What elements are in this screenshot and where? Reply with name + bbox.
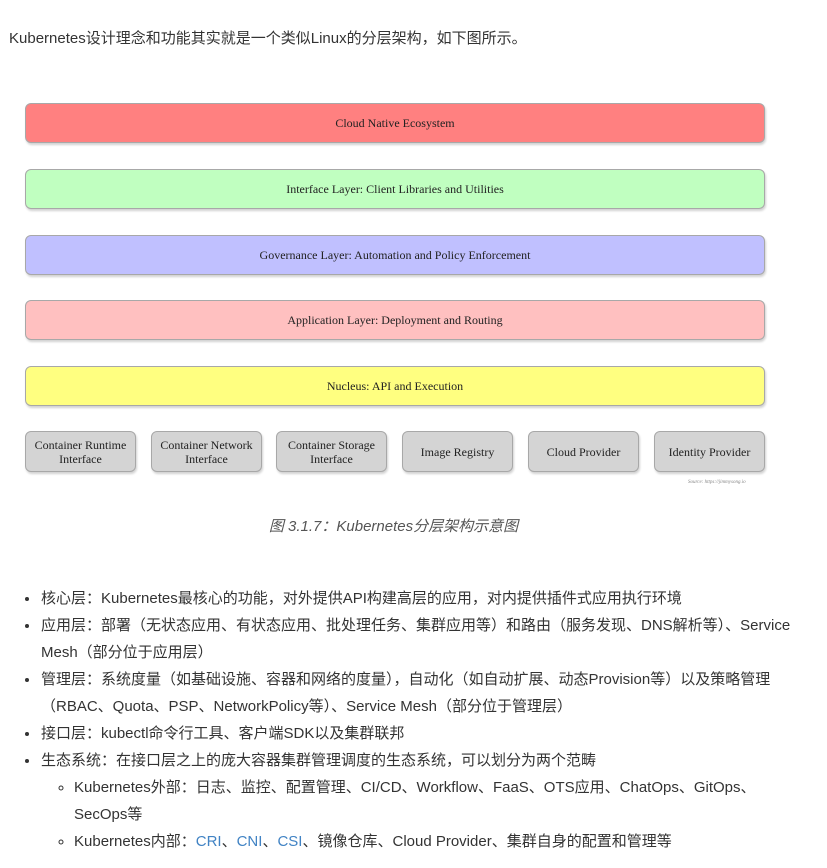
list-item-app: 应用层：部署（无状态应用、有状态应用、批处理任务、集群应用等）和路由（服务发现、… xyxy=(40,612,800,666)
separator: 、 xyxy=(262,833,278,850)
figure-caption: 图 3.1.7：Kubernetes分层架构示意图 xyxy=(268,518,519,535)
infra-label-line1: Image Registry xyxy=(420,444,495,459)
internal-prefix: Kubernetes内部： xyxy=(74,833,196,850)
layer-label: Governance Layer: Automation and Policy … xyxy=(259,247,531,262)
ecosystem-sublist: Kubernetes外部：日志、监控、配置管理、CI/CD、Workflow、F… xyxy=(41,774,800,855)
cni-link[interactable]: CNI xyxy=(237,833,263,850)
infra-container-storage-interface: Container Storage Interface xyxy=(276,431,387,472)
infra-label-line2: Interface xyxy=(185,451,228,466)
infra-label-line1: Container Storage xyxy=(288,437,375,452)
layer-nucleus: Nucleus: API and Execution xyxy=(25,366,765,406)
infra-container-runtime-interface: Container Runtime Interface xyxy=(25,431,136,472)
list-item-core: 核心层：Kubernetes最核心的功能，对外提供API构建高层的应用，对内提供… xyxy=(40,585,800,612)
layer-label: Nucleus: API and Execution xyxy=(326,378,464,393)
architecture-diagram: Cloud Native Ecosystem Interface Layer: … xyxy=(0,0,827,500)
infra-label-line1: Container Runtime xyxy=(34,437,127,452)
layer-interface: Interface Layer: Client Libraries and Ut… xyxy=(25,169,765,209)
sublist-item-external: Kubernetes外部：日志、监控、配置管理、CI/CD、Workflow、F… xyxy=(74,774,800,828)
internal-suffix: 镜像仓库、Cloud Provider、集群自身的配置和管理等 xyxy=(317,833,672,850)
layer-label: Cloud Native Ecosystem xyxy=(335,115,455,130)
diagram-source-note: Source: https://jimmysong.io xyxy=(688,480,746,485)
separator: 、 xyxy=(302,833,318,850)
infra-identity-provider: Identity Provider xyxy=(654,431,765,472)
list-item-ecosystem: 生态系统：在接口层之上的庞大容器集群管理调度的生态系统，可以划分为两个范畴 Ku… xyxy=(40,747,800,855)
infra-label-line2: Interface xyxy=(310,451,353,466)
infra-label-line1: Container Network xyxy=(160,437,253,452)
layer-label: Application Layer: Deployment and Routin… xyxy=(287,312,503,327)
layer-cloud-native-ecosystem: Cloud Native Ecosystem xyxy=(25,103,765,143)
layer-application: Application Layer: Deployment and Routin… xyxy=(25,300,765,340)
list-item-interface: 接口层：kubectl命令行工具、客户端SDK以及集群联邦 xyxy=(40,720,800,747)
layer-label: Interface Layer: Client Libraries and Ut… xyxy=(286,181,504,196)
list-item-gov: 管理层：系统度量（如基础设施、容器和网络的度量），自动化（如自动扩展、动态Pro… xyxy=(40,666,800,720)
infra-container-network-interface: Container Network Interface xyxy=(151,431,262,472)
infra-label-line1: Identity Provider xyxy=(668,444,751,459)
infra-label-line1: Cloud Provider xyxy=(546,444,621,459)
infra-image-registry: Image Registry xyxy=(402,431,513,472)
layer-description-list: 核心层：Kubernetes最核心的功能，对外提供API构建高层的应用，对内提供… xyxy=(18,585,800,855)
infra-cloud-provider: Cloud Provider xyxy=(528,431,639,472)
ecosystem-text: 生态系统：在接口层之上的庞大容器集群管理调度的生态系统，可以划分为两个范畴 xyxy=(41,752,597,769)
layer-governance: Governance Layer: Automation and Policy … xyxy=(25,235,765,275)
csi-link[interactable]: CSI xyxy=(277,833,302,850)
cri-link[interactable]: CRI xyxy=(196,833,222,850)
separator: 、 xyxy=(221,833,237,850)
sublist-item-internal: Kubernetes内部：CRI、CNI、CSI、镜像仓库、Cloud Prov… xyxy=(74,828,800,855)
infra-label-line2: Interface xyxy=(59,451,102,466)
